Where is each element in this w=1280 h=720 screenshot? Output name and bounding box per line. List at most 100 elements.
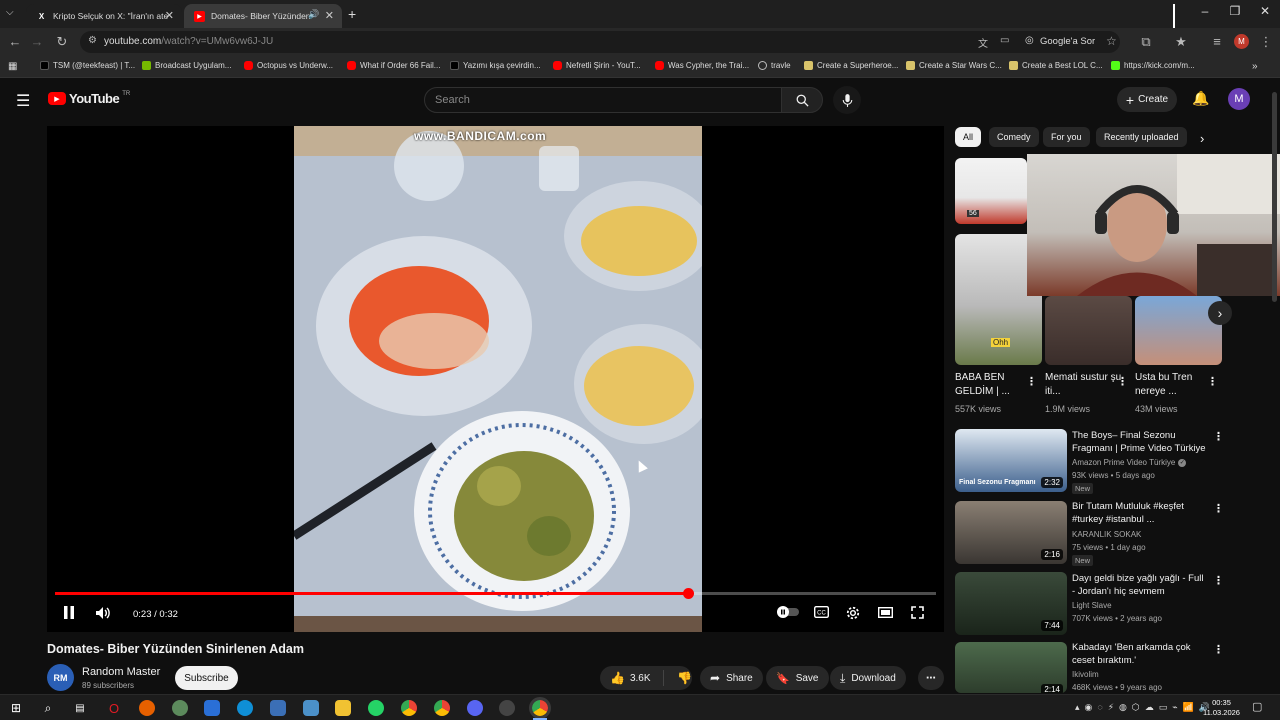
close-tab-icon[interactable]: ✕ [325,9,334,22]
short-menu-icon[interactable]: ⋮ [1026,375,1037,388]
tab-list-dropdown-icon[interactable]: ⌵ [6,7,14,18]
bookmark-item[interactable]: Create a Superheroe... [804,61,898,70]
store-icon[interactable] [204,700,220,716]
short-title[interactable]: Usta bu Tren nereye ... [1135,371,1213,399]
address-bar[interactable]: ⚙ youtube.com/watch?v=UMw6vw6J-JU 文 ▭ ◎ … [80,31,1120,53]
volume-button[interactable] [93,606,113,623]
channel-avatar[interactable]: RM [47,664,74,691]
related-channel[interactable]: KARANLIK SOKAK [1072,528,1141,541]
bookmark-item[interactable]: TSM (@teekfeast) | T... [40,61,135,70]
tab-kripto-selcuk[interactable]: X Kripto Selçuk on X: "İran'ın ate ✕ [26,4,182,28]
bookmark-item[interactable]: Broadcast Uygulam... [142,61,231,70]
related-title[interactable]: Dayı geldi bize yağlı yağlı - Full - Jor… [1072,573,1206,598]
bookmark-item[interactable]: Was Cypher, the Trai... [655,61,749,70]
save-button[interactable]: 🔖 Save [766,666,829,690]
chips-next-chevron-icon[interactable]: › [1200,131,1204,146]
remote-desktop-icon[interactable] [270,700,286,716]
bookmark-star-icon[interactable]: ☆ [1106,34,1117,48]
search-input[interactable]: Search [424,87,782,113]
chip-comedy[interactable]: Comedy [989,127,1039,147]
new-tab-button[interactable]: + [348,6,356,22]
bookmark-item[interactable]: Nefretli Şirin - YouT... [553,61,641,70]
related-channel[interactable]: Amazon Prime Video Türkiye ✓ [1072,456,1187,469]
apps-grid-icon[interactable]: ▦ [8,61,17,72]
progress-bar[interactable] [55,588,936,599]
close-window-button[interactable]: ✕ [1250,4,1280,18]
related-thumbnail[interactable]: 7:44 [955,572,1067,635]
app-icon[interactable] [172,700,188,716]
profile-avatar[interactable]: M [1234,34,1249,49]
related-menu-icon[interactable]: ⋮ [1213,430,1224,443]
shorts-next-chevron-icon[interactable]: › [1208,301,1232,325]
notifications-bell-icon[interactable]: 🔔 [1192,90,1209,107]
app-icon[interactable] [303,700,319,716]
related-thumbnail[interactable]: 2:16 [955,501,1067,564]
notification-center-icon[interactable]: ▢ [1252,700,1262,713]
more-actions-button[interactable]: ⋯ [918,666,944,690]
subtitles-button[interactable]: CC [811,605,831,621]
url-text[interactable]: youtube.com/watch?v=UMw6vw6J-JU [104,36,273,47]
short-menu-icon[interactable]: ⋮ [1117,375,1128,388]
autoplay-toggle[interactable] [777,606,799,621]
create-button[interactable]: + Create [1117,87,1177,112]
system-tray-icons[interactable]: ▴◉◌⚡◍⬡☁▭⌁📶🔊 [1075,702,1215,713]
bookmarks-star-icon[interactable]: ★ [1172,34,1190,50]
page-scrollbar[interactable] [1272,92,1277,302]
chip-recently-uploaded[interactable]: Recently uploaded [1096,127,1187,147]
cast-icon[interactable]: ▭ [1000,35,1009,46]
forward-arrow-icon[interactable]: → [28,34,46,49]
opera-icon[interactable]: O [106,700,122,716]
windows-start-icon[interactable]: ⊞ [8,700,24,716]
bookmark-item[interactable]: travle [758,61,791,70]
hamburger-menu-icon[interactable]: ☰ [16,91,30,111]
related-title[interactable]: The Boys– Final Sezonu Fragmanı | Prime … [1072,430,1206,455]
related-thumbnail[interactable]: 2:14 [955,642,1067,693]
chrome-icon[interactable] [401,700,417,716]
chip-for-you[interactable]: For you [1043,127,1090,147]
voice-search-button[interactable] [833,86,861,114]
reading-list-icon[interactable]: ≡ [1208,34,1226,49]
translate-icon[interactable]: 文 [978,35,988,50]
site-info-icon[interactable]: ⚙ [88,35,97,46]
audio-playing-icon[interactable]: 🔊 [308,9,319,20]
bookmark-item[interactable]: Yazımı kışa çevirdin... [450,61,541,70]
bookmark-item[interactable]: Create a Star Wars C... [906,61,1002,70]
app-icon[interactable] [499,700,515,716]
short-title[interactable]: BABA BEN GELDİM | ... [955,371,1033,399]
account-avatar[interactable]: M [1228,88,1250,110]
edge-icon[interactable] [237,700,253,716]
related-title[interactable]: Bir Tutam Mutluluk #keşfet #turkey #ista… [1072,501,1206,526]
file-explorer-icon[interactable] [335,700,351,716]
fullscreen-button[interactable] [907,606,927,622]
more-bookmarks-icon[interactable]: » [1252,61,1258,72]
extensions-icon[interactable]: ⧉ [1137,34,1155,50]
bookmark-item[interactable]: Octopus vs Underw... [244,61,333,70]
discord-icon[interactable] [467,700,483,716]
short-menu-icon[interactable]: ⋮ [1207,375,1218,388]
google-lens-icon[interactable]: ◎ [1025,35,1034,46]
chip-all[interactable]: All [955,127,982,147]
related-title[interactable]: Kabadayı 'Ben arkamda çok ceset bıraktım… [1072,642,1206,667]
short-thumbnail-top[interactable]: 56 [955,158,1027,224]
related-menu-icon[interactable]: ⋮ [1213,502,1224,515]
video-frame[interactable]: www.BANDICAM.com [294,126,702,632]
download-button[interactable]: ⤓ Download [830,666,906,690]
reload-icon[interactable]: ↻ [53,34,71,50]
tab-domates-biber[interactable]: ▶ Domates- Biber Yüzünden 🔊 ✕ [184,4,342,28]
bookmark-item[interactable]: https://kick.com/m... [1111,61,1195,70]
close-tab-icon[interactable]: ✕ [165,9,174,22]
related-thumbnail[interactable]: Final Sezonu Fragmanı 2:32 [955,429,1067,492]
taskbar-clock[interactable]: 00:35 11.03.2026 [1203,698,1240,718]
task-view-icon[interactable]: ▤ [72,700,88,716]
short-thumbnail[interactable] [1045,296,1132,365]
bookmark-item[interactable]: Create a Best LOL C... [1009,61,1103,70]
subscribe-button[interactable]: Subscribe [175,666,238,690]
chrome-active-icon[interactable] [529,697,551,719]
bookmark-item[interactable]: What if Order 66 Fail... [347,61,440,70]
back-arrow-icon[interactable]: ← [6,34,24,49]
dislike-button[interactable]: 👎 [670,671,692,685]
restore-button[interactable]: ❐ [1220,4,1250,18]
settings-button[interactable] [843,606,863,623]
pause-button[interactable] [59,606,79,622]
theater-mode-button[interactable] [875,606,895,621]
